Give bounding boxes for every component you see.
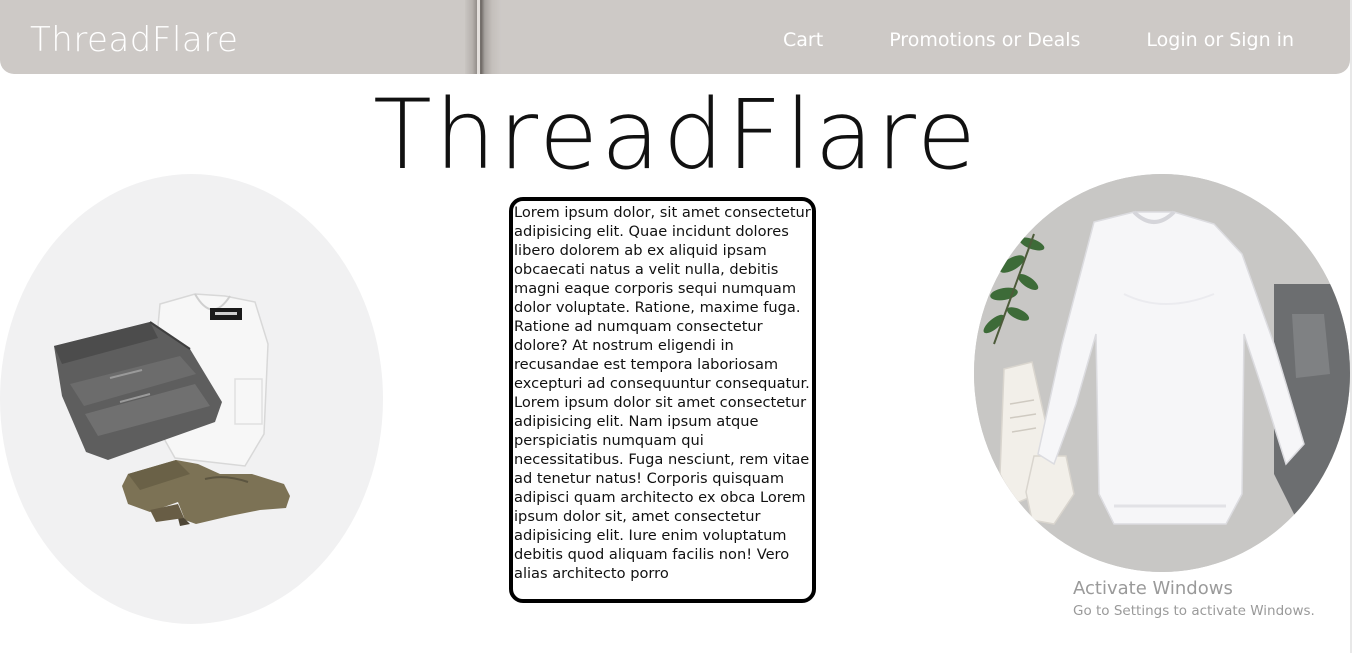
body-paragraph: Lorem ipsum dolor, sit amet consectetur …	[514, 204, 811, 582]
navbar-background-pole	[465, 0, 501, 74]
nav-links: Cart Promotions or Deals Login or Sign i…	[783, 25, 1294, 55]
nav-link-promotions[interactable]: Promotions or Deals	[889, 25, 1080, 55]
top-navbar: ThreadFlare Cart Promotions or Deals Log…	[0, 0, 1350, 74]
watermark-title: Activate Windows	[1073, 578, 1233, 599]
activate-windows-watermark: Activate Windows Go to Settings to activ…	[1073, 577, 1315, 621]
clothing-flatlay-image-left	[0, 174, 383, 624]
sweatshirt-sneakers-illustration	[974, 174, 1350, 572]
page: ThreadFlare Cart Promotions or Deals Log…	[0, 0, 1352, 653]
lorem-text-box: Lorem ipsum dolor, sit amet consectetur …	[509, 197, 816, 603]
jeans-tshirt-boots-illustration	[54, 293, 290, 526]
nav-link-cart[interactable]: Cart	[783, 25, 823, 55]
nav-link-login[interactable]: Login or Sign in	[1146, 25, 1294, 55]
watermark-subtitle: Go to Settings to activate Windows.	[1073, 603, 1315, 619]
sweatshirt-flatlay-image-right	[974, 174, 1350, 572]
brand-logo[interactable]: ThreadFlare	[30, 18, 238, 62]
